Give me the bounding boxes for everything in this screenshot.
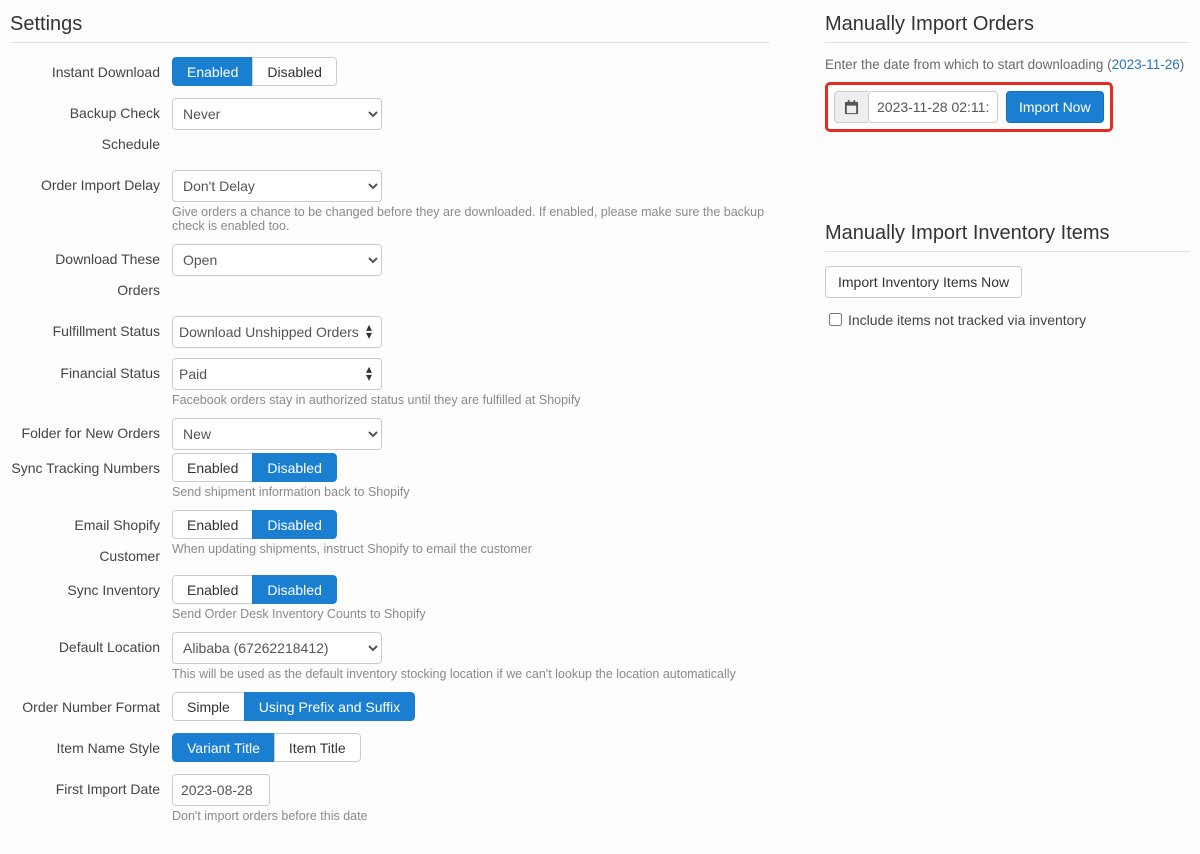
financial-status-help: Facebook orders stay in authorized statu… [172,393,770,407]
instant-download-label: Instant Download [10,57,172,88]
default-location-select[interactable]: Alibaba (67262218412) [172,632,382,664]
download-these-orders-select[interactable]: Open [172,244,382,276]
default-location-label: Default Location [10,632,172,663]
sync-inventory-enabled-button[interactable]: Enabled [172,575,253,604]
order-import-delay-select[interactable]: Don't Delay [172,170,382,202]
divider [10,42,770,43]
import-inventory-button[interactable]: Import Inventory Items Now [825,266,1022,298]
sync-tracking-toggle: Enabled Disabled [172,453,337,482]
order-number-format-prefix-button[interactable]: Using Prefix and Suffix [244,692,415,721]
sync-tracking-disabled-button[interactable]: Disabled [252,453,336,482]
order-number-format-simple-button[interactable]: Simple [172,692,245,721]
import-orders-highlight: Import Now [825,82,1113,132]
email-customer-disabled-button[interactable]: Disabled [252,510,336,539]
manual-orders-help: Enter the date from which to start downl… [825,57,1190,72]
default-location-help: This will be used as the default invento… [172,667,770,681]
email-customer-toggle: Enabled Disabled [172,510,337,539]
settings-title: Settings [10,13,770,36]
manual-inventory-title: Manually Import Inventory Items [825,222,1190,245]
email-customer-label: Email Shopify Customer [10,510,172,572]
order-number-format-toggle: Simple Using Prefix and Suffix [172,692,415,721]
sync-inventory-help: Send Order Desk Inventory Counts to Shop… [172,607,770,621]
sync-tracking-label: Sync Tracking Numbers [10,453,172,484]
backup-schedule-select[interactable]: Never [172,98,382,130]
sync-inventory-label: Sync Inventory [10,575,172,606]
calendar-icon [834,91,868,123]
instant-download-disabled-button[interactable]: Disabled [252,57,336,86]
backup-schedule-label: Backup Check Schedule [10,98,172,160]
instant-download-toggle: Enabled Disabled [172,57,337,86]
include-not-tracked-label[interactable]: Include items not tracked via inventory [848,312,1086,328]
divider [825,251,1190,252]
import-now-button[interactable]: Import Now [1006,91,1104,123]
order-import-delay-help: Give orders a chance to be changed befor… [172,205,770,233]
fulfillment-status-label: Fulfillment Status [10,316,172,347]
first-import-date-input[interactable] [172,774,270,806]
financial-status-label: Financial Status [10,358,172,389]
folder-new-orders-label: Folder for New Orders [10,418,172,449]
item-name-style-toggle: Variant Title Item Title [172,733,361,762]
include-not-tracked-checkbox[interactable] [829,313,842,326]
folder-new-orders-select[interactable]: New [172,418,382,450]
sync-tracking-help: Send shipment information back to Shopif… [172,485,770,499]
sync-inventory-disabled-button[interactable]: Disabled [252,575,336,604]
item-name-style-label: Item Name Style [10,733,172,764]
settings-panel: Settings Instant Download Enabled Disabl… [10,8,770,834]
item-name-style-variant-button[interactable]: Variant Title [172,733,275,762]
fulfillment-status-select[interactable]: Download Unshipped Orders [172,316,382,348]
first-import-date-label: First Import Date [10,774,172,805]
email-customer-help: When updating shipments, instruct Shopif… [172,542,770,556]
email-customer-enabled-button[interactable]: Enabled [172,510,253,539]
divider [825,42,1190,43]
sync-inventory-toggle: Enabled Disabled [172,575,337,604]
financial-status-select[interactable]: Paid [172,358,382,390]
item-name-style-item-button[interactable]: Item Title [274,733,361,762]
sync-tracking-enabled-button[interactable]: Enabled [172,453,253,482]
order-import-delay-label: Order Import Delay [10,170,172,201]
download-these-orders-label: Download These Orders [10,244,172,306]
manual-orders-date-link[interactable]: 2023-11-26 [1112,57,1180,72]
import-datetime-input[interactable] [868,91,998,123]
first-import-date-help: Don't import orders before this date [172,809,770,823]
manual-orders-title: Manually Import Orders [825,13,1190,36]
instant-download-enabled-button[interactable]: Enabled [172,57,253,86]
order-number-format-label: Order Number Format [10,692,172,723]
